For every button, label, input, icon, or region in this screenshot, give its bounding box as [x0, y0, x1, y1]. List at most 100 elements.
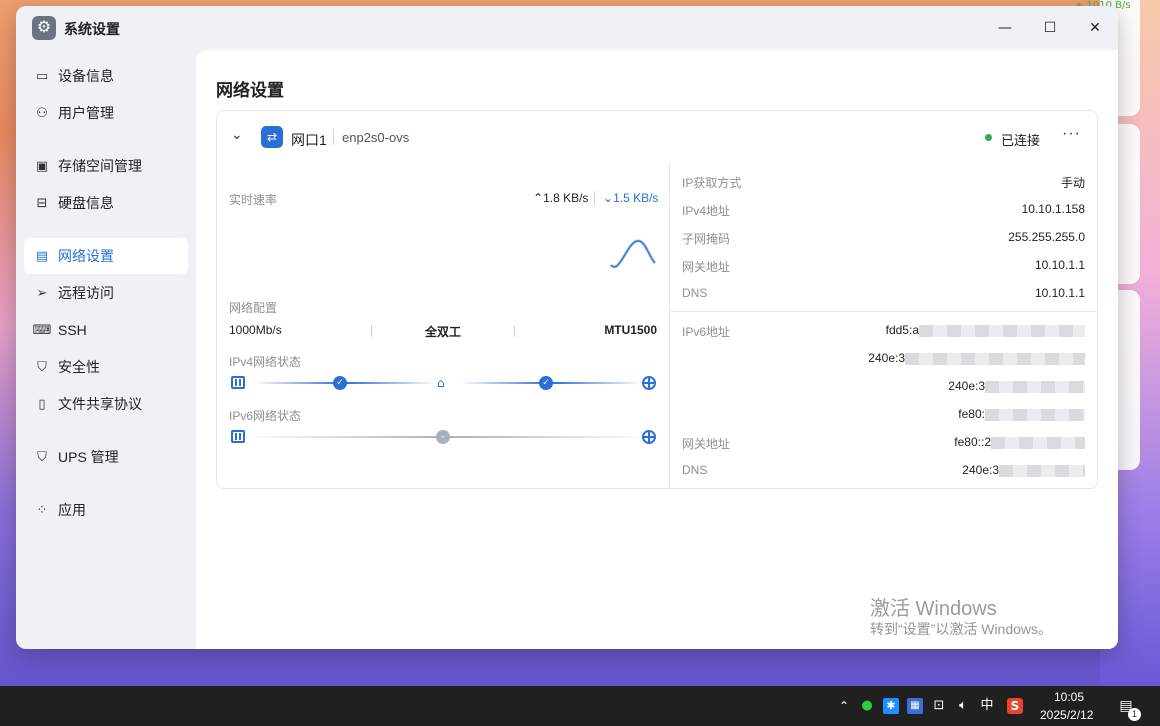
sidebar-item-ups[interactable]: ⛉ UPS 管理 — [24, 439, 188, 475]
check-icon: ✓ — [539, 376, 553, 390]
ime-indicator[interactable]: 中 — [979, 698, 995, 714]
window-title: 系统设置 — [64, 21, 120, 37]
app-tray-icon[interactable]: ✱ — [883, 698, 899, 714]
pending-icon: – — [436, 430, 450, 444]
ipv6-dns-row: DNS 240e:3 — [670, 457, 1097, 485]
device-icon: ▭ — [35, 68, 49, 84]
globe-icon — [642, 430, 656, 444]
sidebar-item-label: 设备信息 — [58, 68, 114, 84]
link-speed: 1000Mb/s — [229, 323, 282, 337]
ipv6-gateway-row: 网关地址 fe80::2 — [670, 429, 1097, 457]
subnet-mask-label: 子网掩码 — [682, 232, 731, 246]
subnet-mask-value: 255.255.255.0 — [1008, 230, 1085, 244]
network-config-label: 网络配置 — [229, 301, 278, 315]
subnet-mask-row: 子网掩码 255.255.255.0 — [670, 224, 1097, 252]
nas-device-icon — [231, 376, 245, 389]
ipv4-gateway-label: 网关地址 — [682, 260, 731, 274]
activation-watermark-subtitle: 转到“设置”以激活 Windows。 — [870, 621, 1053, 637]
ipv6-address-label: IPv6地址 — [682, 325, 731, 339]
sidebar-item-user-management[interactable]: ⚇ 用户管理 — [24, 95, 188, 131]
ipv6-address-value: fdd5:a — [886, 323, 1085, 337]
mtu-value: MTU1500 — [604, 323, 657, 337]
network-tray-icon[interactable]: ⊡ — [931, 698, 947, 714]
ipv4-status-label: IPv4网络状态 — [229, 355, 302, 369]
sidebar-item-security[interactable]: ⛉ 安全性 — [24, 349, 188, 385]
sidebar-item-ssh[interactable]: ⌨ SSH — [24, 312, 188, 348]
realtime-speed-label: 实时速率 — [229, 193, 278, 207]
divider — [333, 129, 334, 145]
divider — [670, 311, 1097, 312]
network-port-card: ⌄ ⇄ 网口1 enp2s0-ovs 已连接 ··· 实时速率 ⌃1.8 KB/… — [216, 110, 1098, 489]
speed-sparkline — [609, 239, 657, 269]
sidebar-item-label: 存储空间管理 — [58, 158, 142, 174]
ipv6-gateway-value: fe80::2 — [954, 435, 1085, 449]
connection-status: 已连接 — [1001, 133, 1041, 148]
nas-device-icon — [231, 430, 245, 443]
download-speed: ⌄1.5 KB/s — [603, 191, 658, 205]
redacted-block — [905, 352, 1085, 365]
ip-method-value: 手动 — [1060, 176, 1085, 190]
port-stats-panel: 实时速率 ⌃1.8 KB/s ⌄1.5 KB/s 网络配置 1000Mb/s 全… — [217, 163, 669, 488]
sidebar-item-label: 远程访问 — [58, 285, 114, 301]
ssh-icon: ⌨ — [32, 322, 52, 338]
sidebar-item-device-info[interactable]: ▭ 设备信息 — [24, 58, 188, 94]
ipv6-address-row: fe80: — [670, 401, 1097, 429]
port-interface: enp2s0-ovs — [342, 130, 410, 145]
activation-watermark-title: 激活 Windows — [870, 598, 997, 620]
ipv4-dns-row: DNS 10.10.1.1 — [670, 280, 1097, 308]
sogou-ime-icon[interactable]: S — [1007, 698, 1023, 714]
wechat-icon[interactable]: ● — [859, 698, 875, 714]
upload-arrow-icon: ⌃ — [533, 191, 544, 205]
upload-speed-value: 1.8 KB/s — [543, 191, 589, 205]
ip-method-row: IP获取方式 手动 — [670, 168, 1097, 196]
sidebar-item-file-sharing[interactable]: ▯ 文件共享协议 — [24, 386, 188, 422]
sidebar-item-storage[interactable]: ▣ 存储空间管理 — [24, 148, 188, 184]
sidebar-item-label: 硬盘信息 — [58, 195, 114, 211]
ipv4-gateway-row: 网关地址 10.10.1.1 — [670, 252, 1097, 280]
file-share-icon: ▯ — [38, 396, 46, 412]
ipv6-address-value: 240e:3 — [868, 351, 1085, 365]
ipv4-address-label: IPv4地址 — [682, 204, 731, 218]
show-hidden-icons-button[interactable]: ⌃ — [836, 698, 852, 714]
status-dot-icon — [985, 134, 992, 141]
router-icon: ⌂ — [437, 376, 445, 390]
volume-icon[interactable]: 🔈︎ — [955, 698, 971, 714]
ipv4-address-row: IPv4地址 10.10.1.158 — [670, 196, 1097, 224]
maximize-button[interactable]: ☐ — [1037, 15, 1063, 41]
ipv6-address-value: 240e:3 — [948, 379, 1085, 393]
globe-icon — [642, 376, 656, 390]
ipv6-dns-value: 240e:3 — [962, 463, 1085, 477]
ip-method-label: IP获取方式 — [682, 176, 742, 190]
minimize-button[interactable]: — — [992, 15, 1018, 41]
sidebar-item-network[interactable]: ▤ 网络设置 — [24, 238, 188, 274]
remote-icon: ➢ — [36, 285, 48, 301]
port-swap-icon: ⇄ — [261, 126, 283, 148]
settings-window: ⚙ 系统设置 — ☐ ✕ ▭ 设备信息 ⚇ 用户管理 ▣ 存储空间管理 ⊟ 硬盘… — [16, 6, 1118, 649]
ipv4-address-value: 10.10.1.158 — [1021, 202, 1085, 216]
ipv6-status-label: IPv6网络状态 — [229, 409, 302, 423]
chevron-down-icon[interactable]: ⌄ — [231, 127, 243, 143]
ipv6-address-row: 240e:3 — [670, 345, 1097, 373]
user-icon: ⚇ — [36, 105, 48, 121]
notification-badge: 1 — [1128, 708, 1141, 721]
port-header[interactable]: ⌄ ⇄ 网口1 enp2s0-ovs 已连接 ··· — [217, 111, 1097, 163]
port-name: 网口1 — [291, 132, 327, 148]
network-config-row: 1000Mb/s 全双工 MTU1500 — [229, 323, 657, 341]
main-content: 网络设置 ⌄ ⇄ 网口1 enp2s0-ovs 已连接 ··· 实时速率 ⌃1.… — [196, 50, 1118, 649]
divider — [514, 325, 515, 337]
sidebar-item-label: 用户管理 — [58, 105, 114, 121]
divider — [371, 325, 372, 337]
storage-icon: ▣ — [35, 158, 49, 174]
sidebar-item-apps[interactable]: ⁘ 应用 — [24, 492, 188, 528]
sidebar-item-disk-info[interactable]: ⊟ 硬盘信息 — [24, 185, 188, 221]
clock-date[interactable]: 2025/2/12 — [1040, 708, 1093, 722]
clock-time[interactable]: 10:05 — [1054, 690, 1084, 704]
app-tray-icon[interactable]: ▦ — [907, 698, 923, 714]
more-options-button[interactable]: ··· — [1062, 125, 1081, 143]
divider — [594, 191, 595, 205]
sidebar-item-label: 应用 — [58, 502, 86, 518]
download-arrow-icon: ⌄ — [603, 191, 614, 205]
close-button[interactable]: ✕ — [1082, 15, 1108, 41]
sidebar-item-remote-access[interactable]: ➢ 远程访问 — [24, 275, 188, 311]
ipv6-dns-label: DNS — [682, 463, 708, 477]
